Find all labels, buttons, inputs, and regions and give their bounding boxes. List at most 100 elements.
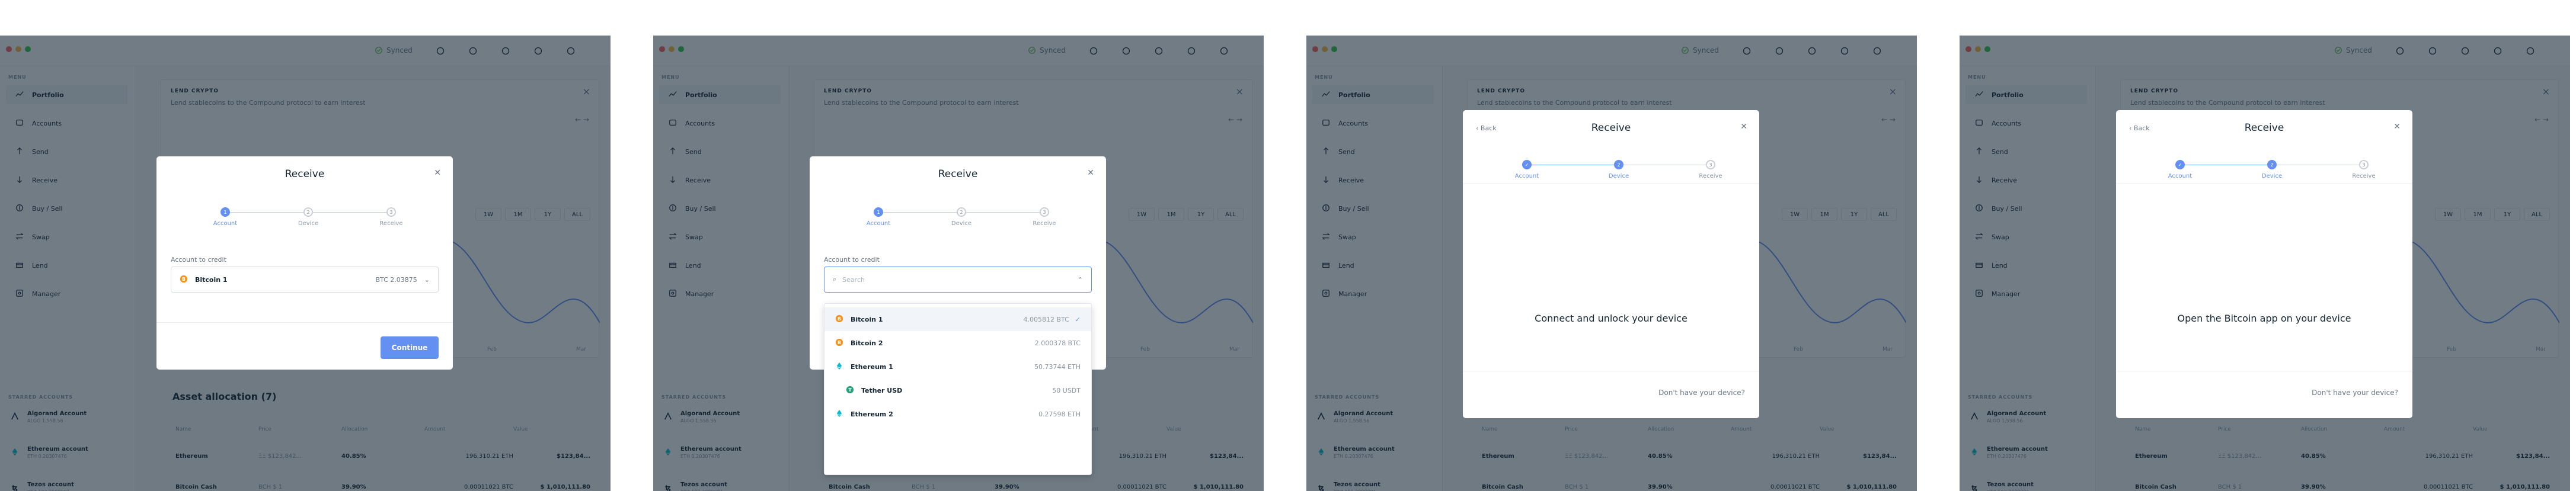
option-balance: 0.27598 ETH (1038, 410, 1081, 418)
option-balance: 2.000378 BTC (1034, 339, 1081, 347)
step-indicator: 1 (874, 207, 883, 217)
account-search-input[interactable]: ⌕ Search ⌃ (824, 267, 1092, 293)
modal-title: Receive (1591, 122, 1631, 134)
tether-icon: T (846, 386, 854, 396)
step-device: 2 Device (2248, 160, 2296, 179)
bitcoin-icon: B (835, 338, 843, 348)
modal-title: Receive (938, 168, 978, 180)
step-account: 1 Account (855, 207, 902, 227)
step-number: 3 (2362, 162, 2366, 168)
continue-button[interactable]: Continue (381, 336, 439, 359)
step-label: Account (213, 220, 238, 227)
step-indicator: 1 (220, 207, 230, 217)
selected-account-balance: BTC 2.03875 (375, 275, 417, 284)
step-number: 3 (1043, 209, 1046, 215)
dropdown-option[interactable]: B Bitcoin 1 4.005812 BTC ✓ (824, 307, 1091, 331)
account-to-credit-label: Account to credit (171, 256, 226, 264)
search-icon: ⌕ (833, 275, 837, 283)
option-name: Tether USD (861, 386, 903, 394)
step-label: Account (2168, 173, 2193, 179)
dropdown-option[interactable]: T Tether USD 50 USDT (824, 378, 1091, 402)
app-window: Synced MENU Portfolio Accounts Send Rece… (653, 36, 1264, 491)
svg-text:B: B (838, 340, 841, 345)
step-indicator: 3 (386, 207, 396, 217)
step-label: Receive (1033, 220, 1056, 227)
search-placeholder: Search (842, 275, 865, 284)
option-balance: 4.005812 BTC (1023, 315, 1069, 323)
close-icon[interactable]: ✕ (434, 168, 441, 178)
option-balance: 50 USDT (1052, 386, 1081, 394)
step-indicator: ✓ (2175, 160, 2185, 169)
chevron-up-icon: ⌃ (1077, 275, 1083, 284)
screenshot-frame-3: Synced MENU Portfolio Accounts Send Rece… (1306, 0, 1917, 491)
dropdown-option[interactable]: Ethereum 1 50.73744 ETH (824, 355, 1091, 378)
step-indicator: 3 (2359, 160, 2369, 169)
ethereum-icon (835, 362, 843, 372)
step-indicator: 2 (303, 207, 313, 217)
step-label: Account (866, 220, 891, 227)
step-number: 2 (306, 209, 310, 215)
step-number: 1 (223, 209, 227, 215)
step-device: 2 Device (1595, 160, 1642, 179)
step-number: 3 (389, 209, 393, 215)
modal-title: Receive (285, 168, 325, 180)
option-name: Bitcoin 2 (851, 339, 883, 347)
app-window: Synced MENU Portfolio Accounts Send Rece… (1960, 36, 2570, 491)
step-account: ✓ Account (1503, 160, 1551, 179)
svg-text:B: B (182, 277, 186, 282)
step-account: ✓ Account (2156, 160, 2204, 179)
svg-text:T: T (848, 387, 852, 393)
account-dropdown: B Bitcoin 1 4.005812 BTC ✓ B Bitcoin 2 2… (824, 303, 1092, 475)
step-label: Device (298, 220, 319, 227)
step-device: 2 Device (285, 207, 332, 227)
step-indicator: 2 (1614, 160, 1623, 169)
account-to-credit-label: Account to credit (824, 256, 880, 264)
step-label: Account (1514, 173, 1539, 179)
step-indicator: 2 (957, 207, 966, 217)
chevron-down-icon: ⌄ (424, 275, 430, 284)
account-select[interactable]: B Bitcoin 1 BTC 2.03875 ⌄ (171, 267, 439, 293)
step-label: Device (951, 220, 972, 227)
receive-modal: Receive ✕ 1 Account 2 Device 3 Receive A… (156, 156, 453, 370)
step-receive: 3 Receive (2340, 160, 2388, 179)
no-device-link[interactable]: Don't have your device? (1658, 389, 1745, 397)
no-device-link[interactable]: Don't have your device? (2312, 389, 2398, 397)
selected-account-name: Bitcoin 1 (195, 275, 228, 284)
option-name: Ethereum 1 (851, 362, 893, 371)
step-label: Receive (1699, 173, 1722, 179)
step-receive: 3 Receive (367, 207, 415, 227)
close-icon[interactable]: ✕ (2393, 122, 2401, 131)
step-indicator: 2 (2267, 160, 2277, 169)
step-label: Receive (379, 220, 403, 227)
close-icon[interactable]: ✕ (1087, 168, 1094, 178)
device-instruction: Connect and unlock your device (1535, 313, 1687, 324)
receive-modal: ‹ Back Receive ✕ ✓ Account 2 Device 3 Re… (2116, 110, 2412, 418)
step-device: 2 Device (938, 207, 985, 227)
close-icon[interactable]: ✕ (1740, 122, 1747, 131)
option-balance: 50.73744 ETH (1034, 362, 1081, 371)
step-number: 2 (1617, 162, 1621, 168)
svg-text:B: B (838, 316, 841, 322)
screenshot-frame-1: Synced MENU Portfolio Accounts Send Rece… (0, 0, 611, 491)
app-window: Synced MENU Portfolio Accounts Send Rece… (0, 36, 611, 491)
step-number: 2 (960, 209, 963, 215)
screenshot-frame-2: Synced MENU Portfolio Accounts Send Rece… (653, 0, 1264, 491)
modal-title: Receive (2244, 122, 2284, 134)
modal-divider (156, 322, 453, 323)
screenshot-frame-4: Synced MENU Portfolio Accounts Send Rece… (1960, 0, 2570, 491)
receive-modal: ‹ Back Receive ✕ ✓ Account 2 Device 3 Re… (1463, 110, 1759, 418)
dropdown-option[interactable]: Ethereum 2 0.27598 ETH (824, 402, 1091, 426)
dropdown-option[interactable]: B Bitcoin 2 2.000378 BTC (824, 331, 1091, 355)
step-label: Receive (2352, 173, 2376, 179)
step-indicator: ✓ (1522, 160, 1532, 169)
bitcoin-icon: B (180, 275, 188, 285)
step-number: 2 (2270, 162, 2274, 168)
bitcoin-icon: B (835, 315, 843, 325)
step-label: Device (2261, 173, 2283, 179)
option-name: Bitcoin 1 (851, 315, 883, 323)
step-indicator: 3 (1706, 160, 1715, 169)
step-number: 3 (1709, 162, 1712, 168)
app-window: Synced MENU Portfolio Accounts Send Rece… (1306, 36, 1917, 491)
step-receive: 3 Receive (1687, 160, 1734, 179)
device-instruction: Open the Bitcoin app on your device (2177, 313, 2351, 324)
